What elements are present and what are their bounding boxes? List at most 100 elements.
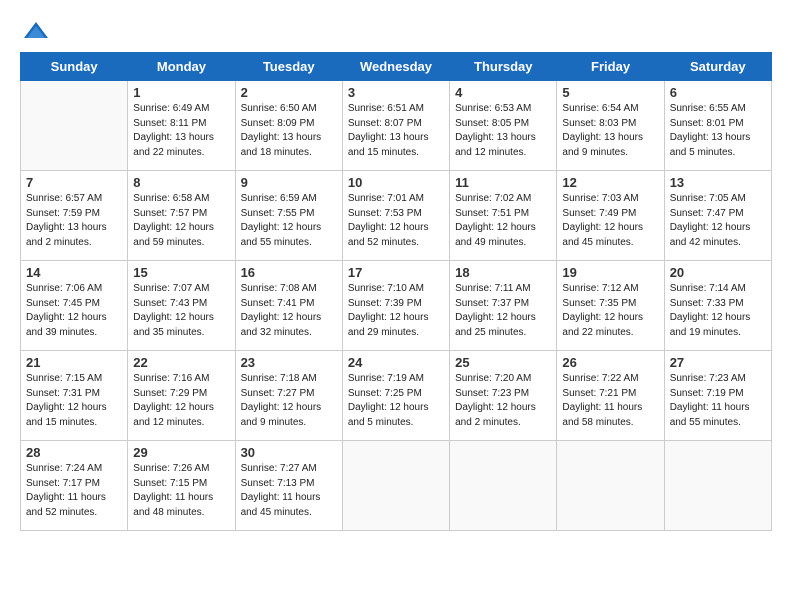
day-info: Sunrise: 6:58 AM Sunset: 7:57 PM Dayligh…	[133, 192, 229, 250]
col-header-tuesday: Tuesday	[235, 53, 342, 81]
day-number: 3	[348, 85, 444, 100]
day-number: 8	[133, 175, 229, 190]
day-info: Sunrise: 7:20 AM Sunset: 7:23 PM Dayligh…	[455, 372, 551, 430]
calendar-cell: 23 Sunrise: 7:18 AM Sunset: 7:27 PM Dayli…	[235, 351, 342, 441]
logo	[20, 20, 52, 42]
day-info: Sunrise: 7:03 AM Sunset: 7:49 PM Dayligh…	[562, 192, 658, 250]
calendar-cell: 5 Sunrise: 6:54 AM Sunset: 8:03 PM Daylig…	[557, 81, 664, 171]
day-number: 5	[562, 85, 658, 100]
day-info: Sunrise: 7:15 AM Sunset: 7:31 PM Dayligh…	[26, 372, 122, 430]
day-info: Sunrise: 7:24 AM Sunset: 7:17 PM Dayligh…	[26, 462, 122, 520]
calendar-cell: 19Sunrise: 7:12 AM Sunset: 7:35 PM Dayli…	[557, 261, 664, 351]
day-info: Sunrise: 7:12 AM Sunset: 7:35 PM Dayligh…	[562, 282, 658, 340]
day-number: 23	[241, 355, 337, 370]
day-number: 22	[133, 355, 229, 370]
day-info: Sunrise: 7:01 AM Sunset: 7:53 PM Dayligh…	[348, 192, 444, 250]
logo-icon	[22, 20, 50, 42]
calendar-cell: 13 Sunrise: 7:05 AM Sunset: 7:47 PM Dayli…	[664, 171, 771, 261]
day-info: Sunrise: 7:11 AM Sunset: 7:37 PM Dayligh…	[455, 282, 551, 340]
day-number: 13	[670, 175, 766, 190]
day-number: 18	[455, 265, 551, 280]
calendar-cell	[342, 441, 449, 531]
calendar-cell: 12Sunrise: 7:03 AM Sunset: 7:49 PM Dayli…	[557, 171, 664, 261]
day-info: Sunrise: 7:10 AM Sunset: 7:39 PM Dayligh…	[348, 282, 444, 340]
calendar-week-row: 7 Sunrise: 6:57 AM Sunset: 7:59 PM Daylig…	[21, 171, 772, 261]
day-number: 15	[133, 265, 229, 280]
calendar-week-row: 1 Sunrise: 6:49 AM Sunset: 8:11 PM Daylig…	[21, 81, 772, 171]
calendar-cell	[664, 441, 771, 531]
day-number: 25	[455, 355, 551, 370]
calendar-cell: 14Sunrise: 7:06 AM Sunset: 7:45 PM Dayli…	[21, 261, 128, 351]
day-info: Sunrise: 6:54 AM Sunset: 8:03 PM Dayligh…	[562, 102, 658, 160]
day-number: 30	[241, 445, 337, 460]
calendar-cell: 4 Sunrise: 6:53 AM Sunset: 8:05 PM Daylig…	[450, 81, 557, 171]
calendar-cell: 25 Sunrise: 7:20 AM Sunset: 7:23 PM Dayli…	[450, 351, 557, 441]
calendar-cell: 29 Sunrise: 7:26 AM Sunset: 7:15 PM Dayli…	[128, 441, 235, 531]
day-number: 17	[348, 265, 444, 280]
page-header	[20, 20, 772, 42]
col-header-wednesday: Wednesday	[342, 53, 449, 81]
calendar-cell: 22 Sunrise: 7:16 AM Sunset: 7:29 PM Dayli…	[128, 351, 235, 441]
calendar-cell: 24 Sunrise: 7:19 AM Sunset: 7:25 PM Dayli…	[342, 351, 449, 441]
calendar-cell: 11 Sunrise: 7:02 AM Sunset: 7:51 PM Dayli…	[450, 171, 557, 261]
day-number: 29	[133, 445, 229, 460]
calendar-cell	[557, 441, 664, 531]
day-number: 20	[670, 265, 766, 280]
day-info: Sunrise: 6:59 AM Sunset: 7:55 PM Dayligh…	[241, 192, 337, 250]
day-info: Sunrise: 6:55 AM Sunset: 8:01 PM Dayligh…	[670, 102, 766, 160]
day-number: 10	[348, 175, 444, 190]
day-number: 27	[670, 355, 766, 370]
day-number: 1	[133, 85, 229, 100]
calendar-cell	[450, 441, 557, 531]
calendar-cell: 7 Sunrise: 6:57 AM Sunset: 7:59 PM Daylig…	[21, 171, 128, 261]
day-number: 21	[26, 355, 122, 370]
col-header-sunday: Sunday	[21, 53, 128, 81]
day-info: Sunrise: 6:51 AM Sunset: 8:07 PM Dayligh…	[348, 102, 444, 160]
day-number: 7	[26, 175, 122, 190]
calendar-cell: 18 Sunrise: 7:11 AM Sunset: 7:37 PM Dayli…	[450, 261, 557, 351]
calendar-cell	[21, 81, 128, 171]
col-header-saturday: Saturday	[664, 53, 771, 81]
calendar-cell: 16Sunrise: 7:08 AM Sunset: 7:41 PM Dayli…	[235, 261, 342, 351]
day-info: Sunrise: 7:16 AM Sunset: 7:29 PM Dayligh…	[133, 372, 229, 430]
day-number: 9	[241, 175, 337, 190]
col-header-friday: Friday	[557, 53, 664, 81]
day-info: Sunrise: 7:18 AM Sunset: 7:27 PM Dayligh…	[241, 372, 337, 430]
day-info: Sunrise: 7:23 AM Sunset: 7:19 PM Dayligh…	[670, 372, 766, 430]
day-number: 11	[455, 175, 551, 190]
day-info: Sunrise: 7:14 AM Sunset: 7:33 PM Dayligh…	[670, 282, 766, 340]
calendar-cell: 3 Sunrise: 6:51 AM Sunset: 8:07 PM Daylig…	[342, 81, 449, 171]
calendar-cell: 27 Sunrise: 7:23 AM Sunset: 7:19 PM Dayli…	[664, 351, 771, 441]
col-header-thursday: Thursday	[450, 53, 557, 81]
day-number: 4	[455, 85, 551, 100]
day-info: Sunrise: 7:02 AM Sunset: 7:51 PM Dayligh…	[455, 192, 551, 250]
calendar-week-row: 21 Sunrise: 7:15 AM Sunset: 7:31 PM Dayli…	[21, 351, 772, 441]
day-number: 26	[562, 355, 658, 370]
day-info: Sunrise: 6:53 AM Sunset: 8:05 PM Dayligh…	[455, 102, 551, 160]
calendar-cell: 6 Sunrise: 6:55 AM Sunset: 8:01 PM Daylig…	[664, 81, 771, 171]
day-number: 6	[670, 85, 766, 100]
calendar-cell: 8 Sunrise: 6:58 AM Sunset: 7:57 PM Daylig…	[128, 171, 235, 261]
calendar-cell: 20 Sunrise: 7:14 AM Sunset: 7:33 PM Dayli…	[664, 261, 771, 351]
calendar-cell: 26 Sunrise: 7:22 AM Sunset: 7:21 PM Dayli…	[557, 351, 664, 441]
calendar-cell: 17 Sunrise: 7:10 AM Sunset: 7:39 PM Dayli…	[342, 261, 449, 351]
calendar-week-row: 28 Sunrise: 7:24 AM Sunset: 7:17 PM Dayli…	[21, 441, 772, 531]
day-info: Sunrise: 6:49 AM Sunset: 8:11 PM Dayligh…	[133, 102, 229, 160]
day-info: Sunrise: 7:05 AM Sunset: 7:47 PM Dayligh…	[670, 192, 766, 250]
calendar-cell: 28 Sunrise: 7:24 AM Sunset: 7:17 PM Dayli…	[21, 441, 128, 531]
day-info: Sunrise: 6:57 AM Sunset: 7:59 PM Dayligh…	[26, 192, 122, 250]
day-number: 28	[26, 445, 122, 460]
col-header-monday: Monday	[128, 53, 235, 81]
day-info: Sunrise: 7:26 AM Sunset: 7:15 PM Dayligh…	[133, 462, 229, 520]
day-info: Sunrise: 7:22 AM Sunset: 7:21 PM Dayligh…	[562, 372, 658, 430]
day-info: Sunrise: 7:19 AM Sunset: 7:25 PM Dayligh…	[348, 372, 444, 430]
day-number: 24	[348, 355, 444, 370]
day-info: Sunrise: 7:06 AM Sunset: 7:45 PM Dayligh…	[26, 282, 122, 340]
calendar-cell: 21 Sunrise: 7:15 AM Sunset: 7:31 PM Dayli…	[21, 351, 128, 441]
calendar-cell: 30Sunrise: 7:27 AM Sunset: 7:13 PM Dayli…	[235, 441, 342, 531]
day-number: 2	[241, 85, 337, 100]
calendar-table: SundayMondayTuesdayWednesdayThursdayFrid…	[20, 52, 772, 531]
day-info: Sunrise: 7:08 AM Sunset: 7:41 PM Dayligh…	[241, 282, 337, 340]
calendar-cell: 9 Sunrise: 6:59 AM Sunset: 7:55 PM Daylig…	[235, 171, 342, 261]
calendar-cell: 1 Sunrise: 6:49 AM Sunset: 8:11 PM Daylig…	[128, 81, 235, 171]
